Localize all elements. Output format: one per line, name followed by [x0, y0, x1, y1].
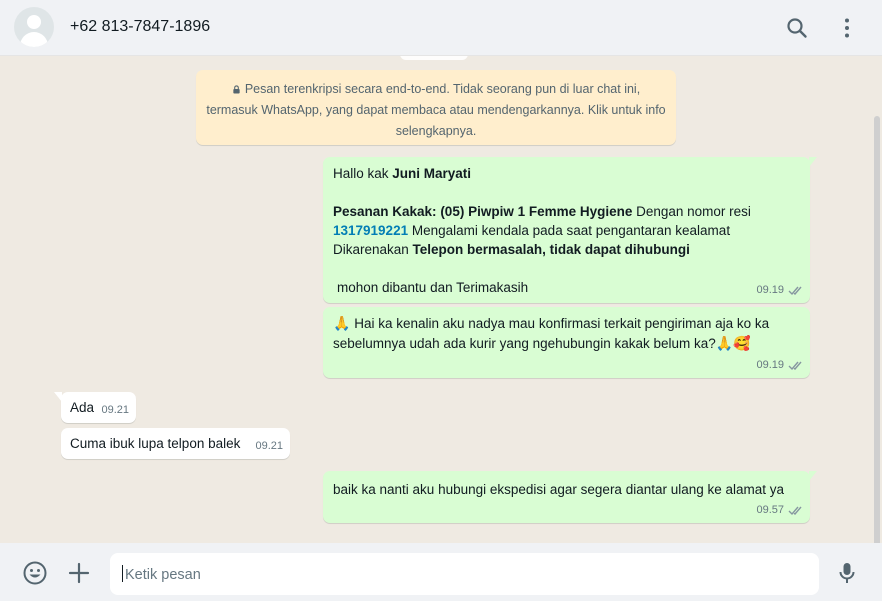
- message-line: Dikarenakan Telepon bermasalah, tidak da…: [333, 240, 800, 259]
- message-line: sebelumnya udah ada kurir yang ngehubung…: [333, 334, 800, 354]
- message-meta: 09.19: [756, 281, 804, 300]
- mic-icon[interactable]: [834, 560, 860, 586]
- bubble-tail: [54, 392, 62, 402]
- message-time: 09.21: [255, 440, 283, 452]
- double-tick-icon: [788, 286, 802, 296]
- message-time: 09.19: [756, 284, 784, 296]
- plus-icon[interactable]: [66, 560, 92, 586]
- closing-text: mohon dibantu dan Terimakasih: [337, 280, 529, 295]
- avatar[interactable]: [14, 7, 54, 47]
- outgoing-message[interactable]: 🙏 Hai ka kenalin aku nadya mau konfirmas…: [323, 307, 810, 378]
- message-input[interactable]: Ketik pesan: [110, 553, 819, 595]
- message-time: 09.57: [756, 504, 784, 516]
- chat-header: +62 813-7847-1896: [0, 0, 882, 56]
- incoming-message[interactable]: Cuma ibuk lupa telpon balek 09.21: [61, 428, 290, 459]
- incoming-message[interactable]: Ada 09.21: [54, 392, 136, 423]
- message-text: Cuma ibuk lupa telpon balek: [70, 436, 241, 451]
- message-text: Hai ka kenalin aku nadya mau konfirmasi …: [354, 316, 770, 331]
- bubble-tail: [809, 157, 817, 167]
- greeting-name: Juni Maryati: [392, 166, 472, 181]
- message-meta: 09.19: [756, 356, 804, 375]
- message-line: 1317919221 Mengalami kendala pada saat p…: [333, 221, 800, 240]
- encryption-notice-text: Pesan terenkripsi secara end-to-end. Tid…: [206, 82, 666, 138]
- reason: Telepon bermasalah, tidak dapat dihubung…: [412, 242, 690, 257]
- lock-icon: [233, 85, 240, 94]
- resi-link[interactable]: 1317919221: [333, 223, 408, 238]
- double-tick-icon: [788, 361, 802, 371]
- message-time: 09.19: [756, 359, 784, 371]
- composer-bar: Ketik pesan: [0, 543, 882, 601]
- message-input-placeholder: Ketik pesan: [125, 567, 201, 583]
- message-line: 🙏 Hai ka kenalin aku nadya mau konfirmas…: [333, 314, 800, 334]
- message-time: 09.21: [101, 404, 129, 416]
- order-product: (05) Piwpiw 1 Femme Hygiene: [440, 204, 633, 219]
- message-line: mohon dibantu dan Terimakasih: [333, 278, 800, 297]
- message-line: Hallo kak Juni Maryati: [333, 164, 800, 183]
- chat-area[interactable]: Pesan terenkripsi secara end-to-end. Tid…: [0, 56, 882, 543]
- message-text: baik ka nanti aku hubungi ekspedisi agar…: [333, 482, 785, 497]
- message-meta: 09.57: [756, 501, 804, 520]
- message-line: Pesanan Kakak: (05) Piwpiw 1 Femme Hygie…: [333, 202, 800, 221]
- reason-prefix: Dikarenakan: [333, 242, 413, 257]
- encryption-notice[interactable]: Pesan terenkripsi secara end-to-end. Tid…: [196, 70, 676, 145]
- date-pill: [400, 56, 468, 60]
- message-text: sebelumnya udah ada kurir yang ngehubung…: [333, 336, 716, 351]
- message-text: Ada: [70, 400, 95, 415]
- menu-icon[interactable]: [833, 14, 861, 42]
- emoji-glyph: 🙏🥰: [715, 336, 751, 352]
- bubble-tail: [809, 471, 817, 481]
- avatar-body-shape: [20, 32, 48, 47]
- outgoing-message[interactable]: Hallo kak Juni Maryati Pesanan Kakak: (0…: [323, 157, 817, 303]
- avatar-head-shape: [27, 15, 41, 29]
- contact-name[interactable]: +62 813-7847-1896: [70, 18, 210, 36]
- emoji-glyph: 🙏: [333, 316, 351, 332]
- chat-scrollbar[interactable]: [874, 116, 880, 543]
- outgoing-message[interactable]: baik ka nanti aku hubungi ekspedisi agar…: [323, 471, 817, 523]
- emoji-icon[interactable]: [22, 560, 48, 586]
- text-caret: [122, 565, 123, 582]
- greeting-prefix: Hallo kak: [333, 166, 393, 181]
- resi-suffix: Mengalami kendala pada saat pengantaran …: [408, 223, 731, 238]
- order-suffix: Dengan nomor resi: [632, 204, 751, 219]
- search-icon[interactable]: [783, 14, 811, 42]
- order-prefix: Pesanan Kakak:: [333, 204, 441, 219]
- double-tick-icon: [788, 506, 802, 516]
